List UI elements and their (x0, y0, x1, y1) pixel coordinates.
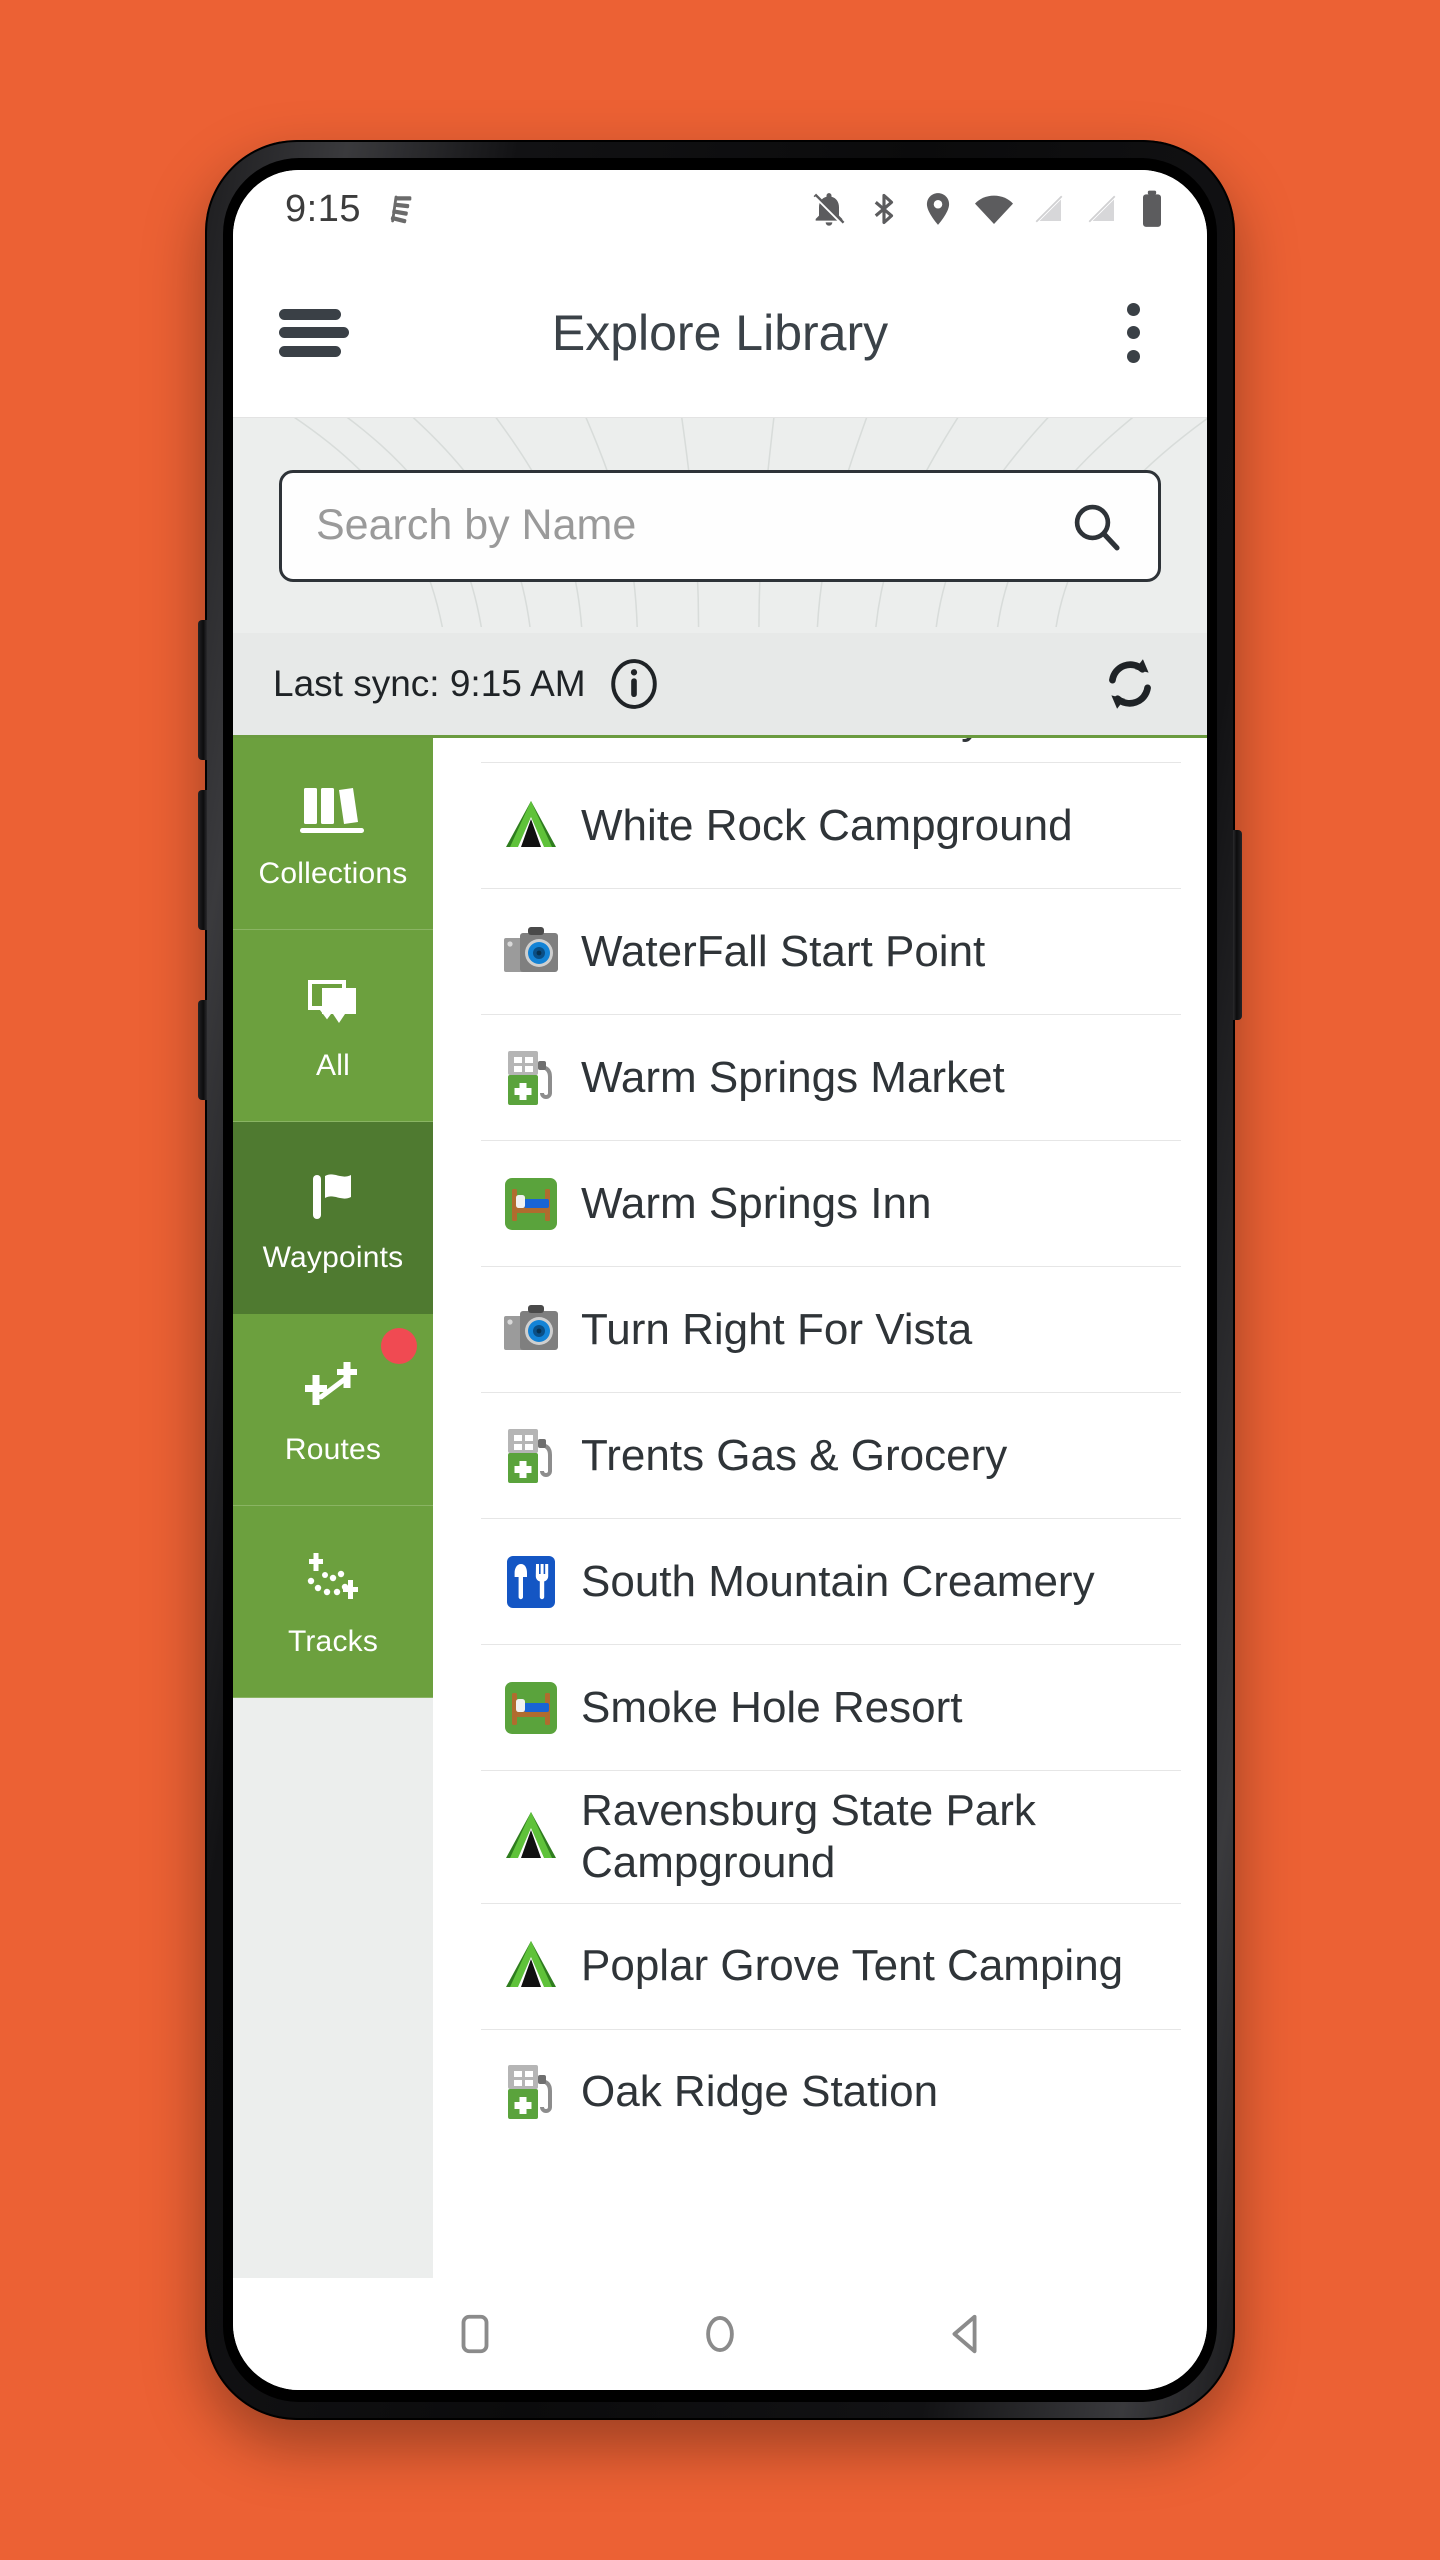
circle-icon (706, 2315, 734, 2353)
list-item-clipped[interactable]: Zebra Overlook Entry Point (481, 738, 1181, 762)
waypoint-list[interactable]: Zebra Overlook Entry Point White Rock Ca… (433, 738, 1207, 2278)
assistant-button[interactable] (198, 1000, 207, 1100)
gas-station-icon (481, 1425, 581, 1487)
battery-icon (1143, 190, 1161, 227)
status-time: 9:15 (285, 187, 361, 230)
wifi-icon (975, 195, 1013, 225)
list-item[interactable]: Warm Springs Inn (481, 1140, 1181, 1266)
list-item-label: Smoke Hole Resort (581, 1682, 963, 1732)
sidebar-item-routes[interactable]: Routes (233, 1314, 433, 1506)
status-left-icons (383, 192, 417, 226)
signal-off-2-icon (1087, 194, 1117, 224)
search-box[interactable] (279, 469, 1161, 582)
camera-icon (481, 924, 581, 980)
sidebar-item-label: All (316, 1048, 350, 1082)
search-icon[interactable] (1068, 498, 1124, 554)
flag-icon (303, 1161, 363, 1233)
power-button[interactable] (1233, 830, 1242, 1020)
list-item[interactable]: Turn Right For Vista (481, 1266, 1181, 1392)
sidebar-item-label: Routes (284, 1432, 382, 1466)
volume-up-button[interactable] (198, 620, 207, 760)
status-bar: 9:15 (233, 170, 1207, 248)
campground-icon (481, 1937, 581, 1995)
square-icon (461, 2314, 489, 2354)
sidebar-item-label: Tracks (287, 1624, 379, 1658)
search-area (233, 418, 1207, 633)
list-item[interactable]: WaterFall Start Point (481, 888, 1181, 1014)
list-item-label: White Rock Campground (581, 800, 1073, 850)
lodging-icon (481, 1175, 581, 1233)
campground-icon (481, 1808, 581, 1866)
app-bar: Explore Library (233, 248, 1207, 418)
list-item[interactable]: Poplar Grove Tent Camping (481, 1902, 1181, 2029)
signal-off-1-icon (1034, 194, 1064, 224)
phone-bezel: 9:15 Explore Library Search by Name Last… (223, 158, 1217, 2402)
status-right-icons (809, 189, 1167, 229)
sidebar-item-collections[interactable]: Collections (233, 738, 433, 930)
recents-button[interactable] (415, 2294, 535, 2374)
list-item-label: Warm Springs Market (581, 1052, 1005, 1102)
home-button[interactable] (660, 2294, 780, 2374)
lodging-icon (481, 1679, 581, 1737)
info-icon[interactable] (608, 658, 660, 710)
gas-station-icon (481, 2061, 581, 2123)
list-item-label: South Mountain Creamery (581, 1556, 1095, 1606)
camera-icon (481, 1302, 581, 1358)
sidebar-item-label: Waypoints (262, 1240, 404, 1274)
bluetooth-icon (874, 193, 894, 225)
refresh-icon[interactable] (1099, 653, 1161, 715)
sidebar-item-waypoints[interactable]: Waypoints (233, 1122, 433, 1314)
sidebar-item-tracks[interactable]: Tracks (233, 1506, 433, 1698)
last-sync-label: Last sync: 9:15 AM (273, 663, 586, 704)
list-item-label: WaterFall Start Point (581, 926, 986, 976)
list-item[interactable]: Trents Gas & Grocery (481, 1392, 1181, 1518)
list-item[interactable]: Ravensburg State Park Campground (481, 1770, 1181, 1903)
notifications-off-icon (813, 193, 845, 226)
sync-bar: Last sync: 9:15 AM (233, 633, 1207, 738)
list-item-label: Trents Gas & Grocery (581, 1430, 1008, 1480)
sidebar-tabs: Collections All Waypoints Routes Tracks (233, 738, 433, 1698)
page-title: Explore Library (551, 304, 889, 361)
list-item-clipped-label: Zebra Overlook Entry Point (565, 738, 1096, 744)
phone-frame: 9:15 Explore Library Search by Name Last… (198, 140, 1242, 2420)
vibration-icon (390, 195, 412, 224)
restaurant-icon (481, 1553, 581, 1611)
all-waypoint-icon (302, 969, 364, 1041)
campground-icon (481, 797, 581, 855)
list-item-label: Turn Right For Vista (581, 1304, 973, 1354)
search-input[interactable] (316, 501, 1068, 550)
sidebar: Collections All Waypoints Routes Tracks (233, 738, 433, 2278)
android-nav-bar (233, 2278, 1207, 2390)
sidebar-item-all[interactable]: All (233, 930, 433, 1122)
list-item-label: Oak Ridge Station (581, 2067, 939, 2117)
content-area: Collections All Waypoints Routes Tracks … (233, 738, 1207, 2278)
list-item[interactable]: South Mountain Creamery (481, 1518, 1181, 1644)
list-item[interactable]: Warm Springs Market (481, 1014, 1181, 1140)
location-icon (926, 193, 950, 225)
back-button[interactable] (905, 2294, 1025, 2374)
sidebar-item-label: Collections (258, 856, 408, 890)
volume-down-button[interactable] (198, 790, 207, 930)
gas-station-icon (481, 1047, 581, 1109)
phone-screen: 9:15 Explore Library Search by Name Last… (233, 170, 1207, 2390)
more-vertical-icon[interactable] (1105, 297, 1161, 369)
list-item[interactable]: White Rock Campground (481, 762, 1181, 888)
route-icon (297, 1353, 369, 1425)
triangle-back-icon (952, 2314, 977, 2354)
list-item-label: Ravensburg State Park Campground (581, 1786, 1036, 1887)
list-item[interactable]: Oak Ridge Station (481, 2028, 1181, 2155)
track-icon (295, 1545, 371, 1617)
list-item-label: Warm Springs Inn (581, 1178, 932, 1228)
hamburger-menu-icon[interactable] (279, 303, 353, 363)
list-item-label: Poplar Grove Tent Camping (581, 1941, 1124, 1991)
collections-icon (298, 777, 368, 849)
list-item[interactable]: Smoke Hole Resort (481, 1644, 1181, 1770)
routes-badge (381, 1328, 417, 1364)
